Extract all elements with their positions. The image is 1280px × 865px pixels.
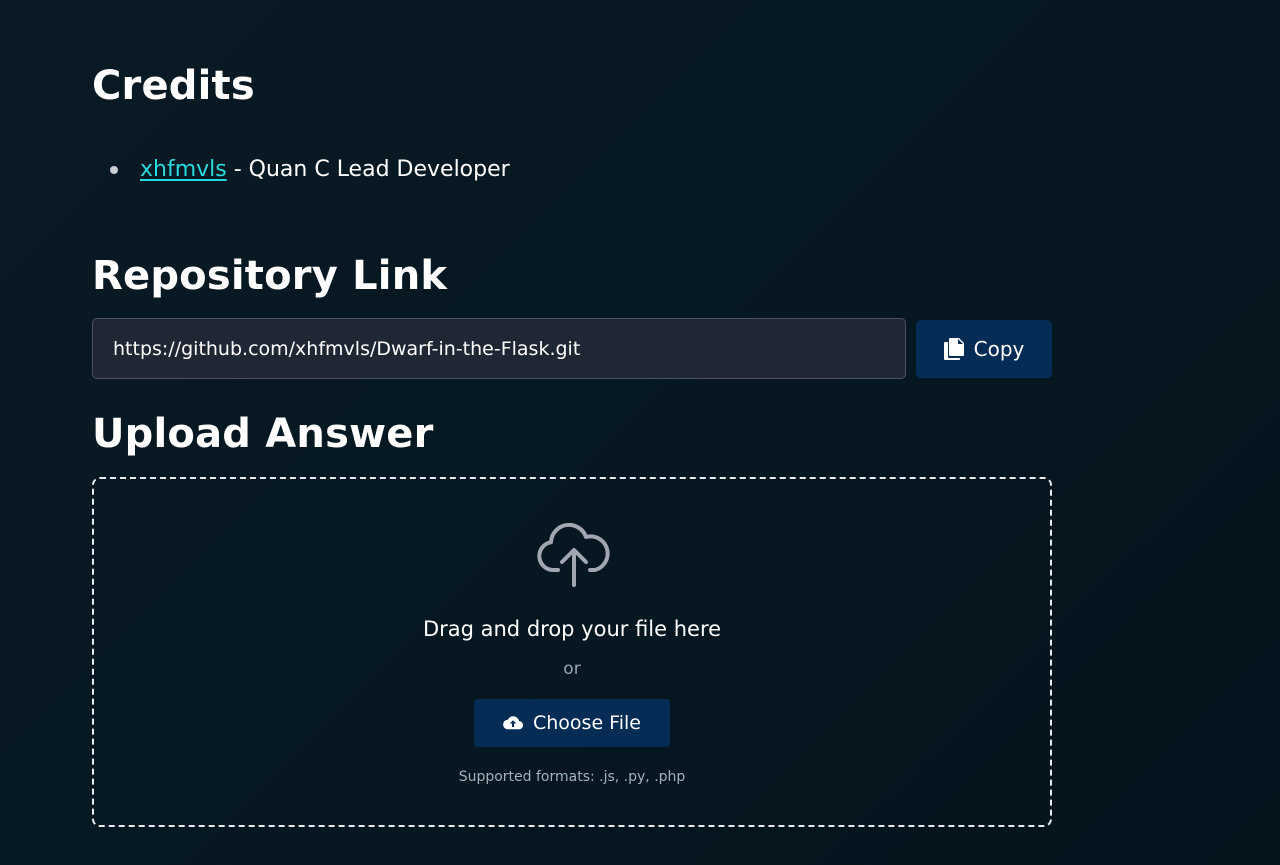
choose-file-label: Choose File	[533, 712, 641, 734]
cloud-upload-icon	[537, 523, 610, 587]
or-separator: or	[563, 659, 581, 679]
list-item: xhfmvls - Quan C Lead Developer	[110, 154, 510, 186]
credits-list: xhfmvls - Quan C Lead Developer	[110, 154, 510, 186]
copy-icon	[943, 338, 964, 360]
copy-button-label: Copy	[973, 337, 1025, 361]
supported-formats: Supported formats: .js, .py, .php	[458, 769, 686, 785]
credit-author-link[interactable]: xhfmvls	[140, 154, 227, 186]
credit-description: - Quan C Lead Developer	[226, 157, 510, 182]
drop-instructions: Drag and drop your file here	[422, 617, 722, 641]
bullet-icon	[110, 166, 118, 174]
repository-url-input[interactable]	[92, 318, 906, 379]
upload-heading: Upload Answer	[92, 411, 434, 457]
copy-button[interactable]: Copy	[916, 320, 1052, 378]
repository-heading: Repository Link	[92, 253, 448, 299]
credits-heading: Credits	[92, 63, 255, 109]
file-dropzone[interactable]: Drag and drop your file here or Choose F…	[92, 477, 1052, 827]
choose-file-button[interactable]: Choose File	[474, 699, 670, 747]
repository-row: Copy	[92, 318, 1052, 379]
cloud-upload-icon	[503, 716, 523, 730]
